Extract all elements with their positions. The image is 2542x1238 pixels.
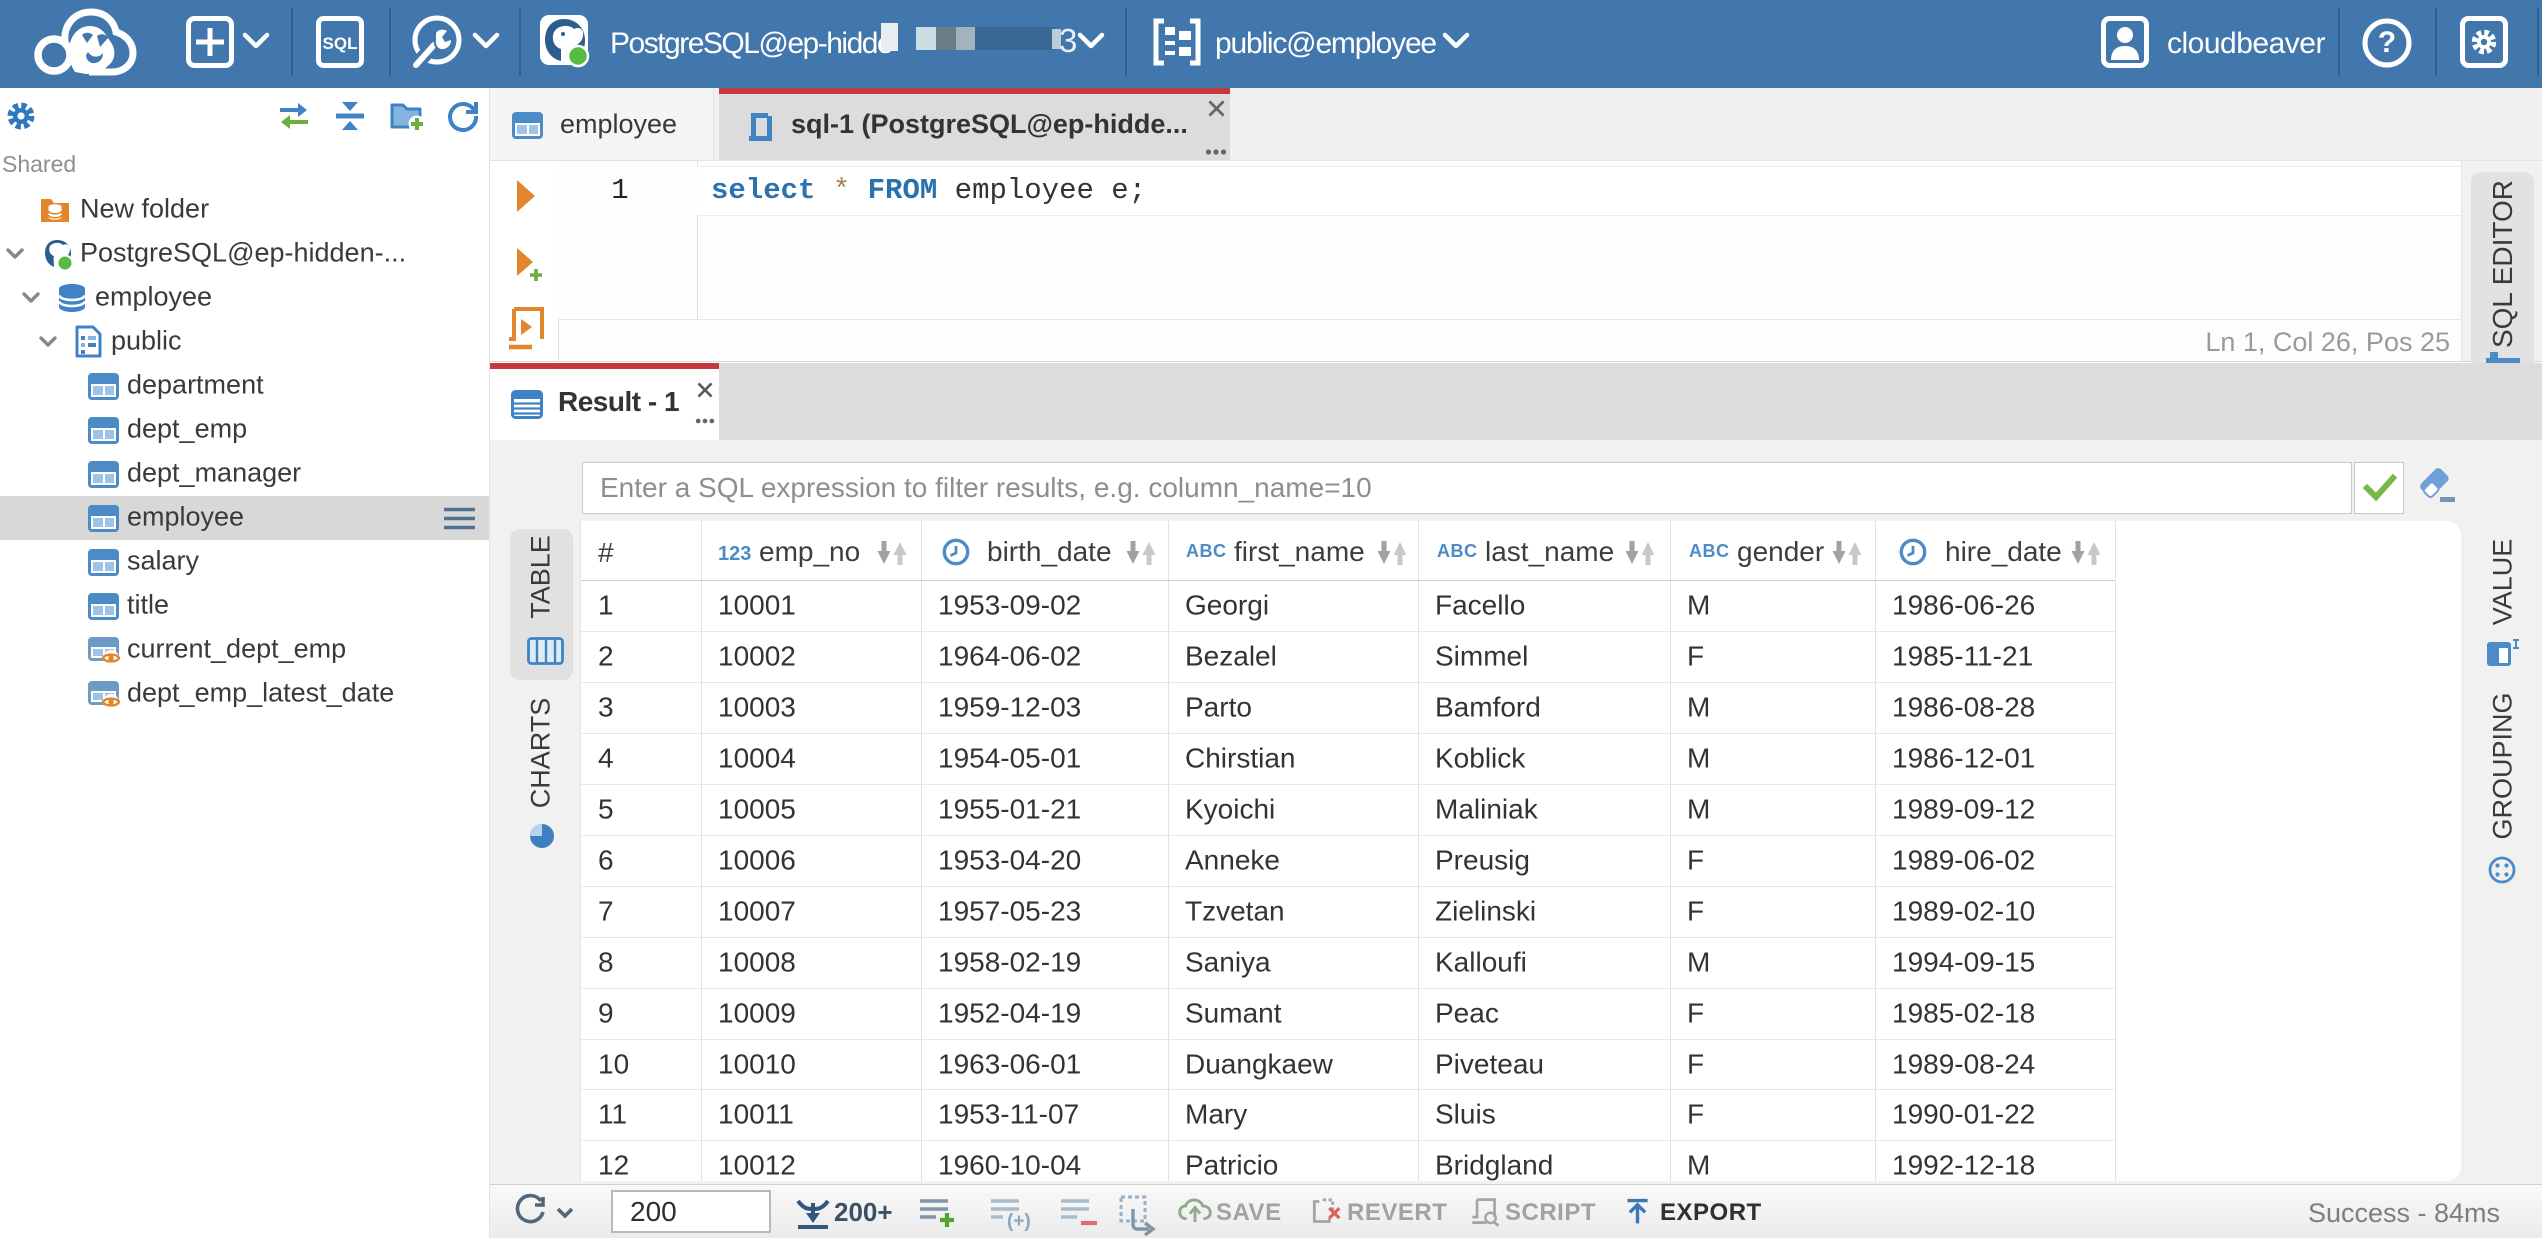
svg-text:(+): (+) xyxy=(1007,1211,1031,1232)
svg-text:?: ? xyxy=(2378,26,2396,59)
svg-text:SQL: SQL xyxy=(323,34,358,53)
